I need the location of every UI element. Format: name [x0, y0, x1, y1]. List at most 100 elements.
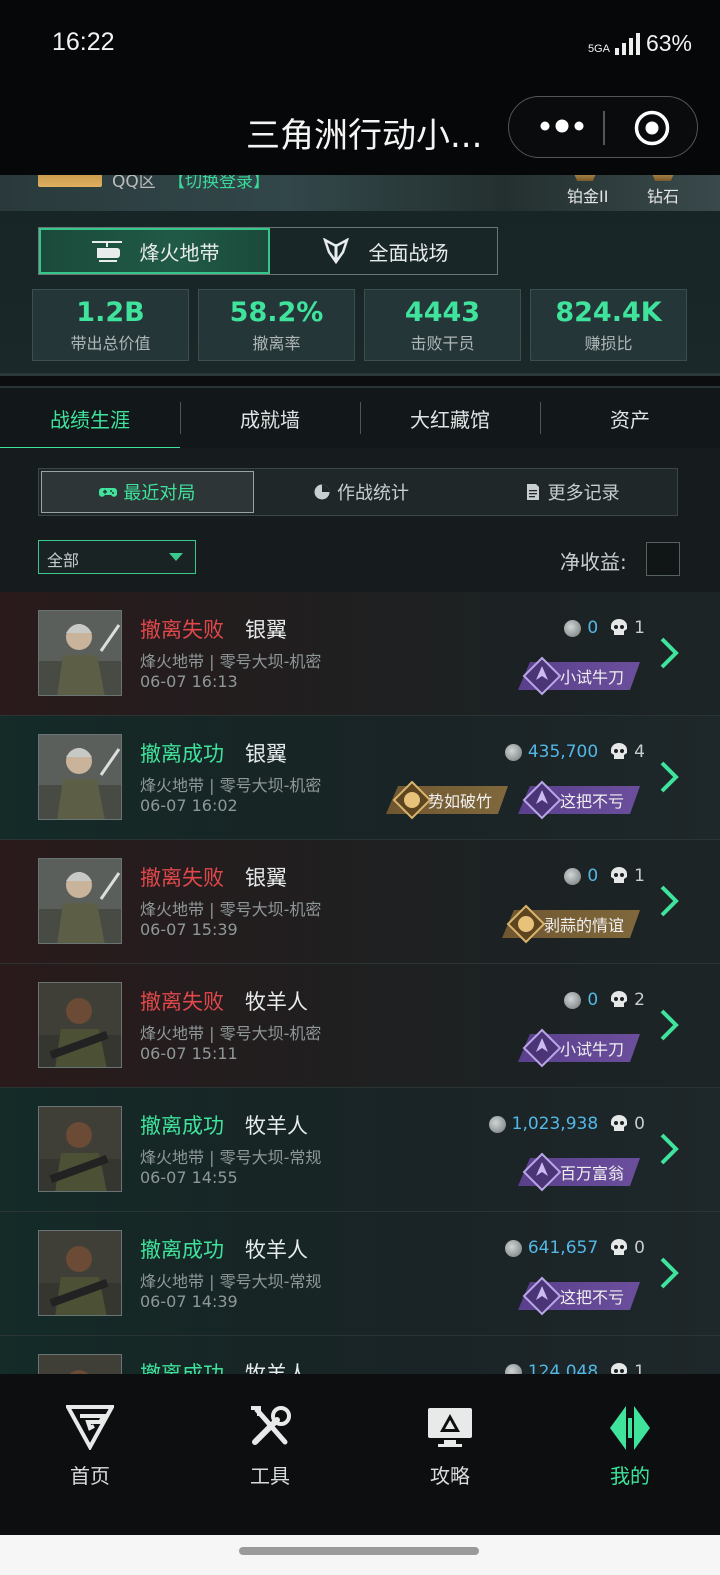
stats-panel: 烽火地带 全面战场 1.2B 带出总价值 58.2% 撤离率 4443 击败干员…	[0, 211, 720, 376]
match-row[interactable]: 撤离成功 牧羊人 烽火地带 | 零号大坝-常规 06-07 14:39 641,…	[0, 1212, 720, 1336]
match-time: 06-07 16:13	[140, 672, 238, 691]
capsule-divider	[603, 111, 605, 145]
match-values: 0 2	[564, 990, 645, 1010]
badge-label: 小试牛刀	[559, 668, 624, 687]
match-map: 烽火地带 | 零号大坝-机密	[140, 900, 322, 919]
chevron-right-icon[interactable]	[658, 760, 680, 794]
net-profit-label: 净收益:	[560, 550, 627, 574]
match-row[interactable]: 撤离失败 银翼 烽火地带 | 零号大坝-机密 06-07 15:39 0 1 剥…	[0, 840, 720, 964]
status-time: 16:22	[52, 28, 115, 56]
match-values: 0 1	[564, 866, 645, 886]
nav-tools[interactable]: 工具	[180, 1374, 360, 1535]
mode-label: 烽火地带	[139, 240, 220, 265]
skull-icon	[611, 1239, 628, 1255]
rank-diamond: 钻石	[647, 187, 680, 206]
rank-badge-icon	[650, 175, 676, 181]
operator-name: 牧羊人	[245, 1114, 308, 1138]
nav-label: 首页	[70, 1464, 110, 1488]
nav-home[interactable]: 首页	[0, 1374, 180, 1535]
chevron-right-icon[interactable]	[658, 636, 680, 670]
tab-achievements[interactable]: 成就墙	[180, 388, 360, 448]
match-time: 06-07 15:39	[140, 920, 238, 939]
match-row[interactable]: 撤离成功 银翼 烽火地带 | 零号大坝-机密 06-07 16:02 435,7…	[0, 716, 720, 840]
match-row[interactable]: 撤离成功 牧羊人 烽火地带 | 零号大坝-常规 06-07 14:55 1,02…	[0, 1088, 720, 1212]
match-result: 撤离成功	[140, 1114, 224, 1138]
operator-name: 牧羊人	[245, 1238, 308, 1262]
match-result: 撤离失败	[140, 866, 224, 890]
match-time: 06-07 16:02	[140, 796, 238, 815]
kill-count: 1	[634, 618, 645, 638]
badge-label: 百万富翁	[559, 1164, 624, 1183]
kill-count: 0	[634, 1238, 645, 1258]
chevron-right-icon[interactable]	[658, 1256, 680, 1290]
stat-label: 击败干员	[410, 334, 475, 353]
status-right: 5GA 63%	[588, 30, 692, 57]
net-profit-checkbox[interactable]	[646, 542, 680, 576]
purple-badge-icon	[522, 1028, 562, 1068]
operator-portrait	[38, 858, 122, 944]
close-miniprogram-icon[interactable]	[633, 109, 671, 147]
document-icon	[526, 484, 539, 500]
chevron-right-icon[interactable]	[658, 1132, 680, 1166]
profile-logo-icon	[610, 1406, 650, 1450]
rank-badge-icon	[572, 175, 598, 181]
kill-count: 4	[634, 742, 645, 762]
mini-program-titlebar: 三角洲行动小...	[0, 90, 720, 175]
match-map: 烽火地带 | 零号大坝-机密	[140, 1024, 322, 1043]
pie-chart-icon	[314, 484, 330, 500]
extracted-value: 0	[587, 866, 599, 886]
tab-collection[interactable]: 大红藏馆	[360, 388, 540, 448]
gold-badge-icon	[506, 904, 546, 944]
stat-value: 4443	[404, 297, 481, 328]
rank-platinum: 铂金II	[567, 187, 609, 206]
coin-icon	[564, 867, 582, 885]
subtab-combat-stats[interactable]: 作战统计	[256, 469, 467, 515]
switch-login-link[interactable]: 【切换登录】	[168, 175, 270, 192]
match-time: 06-07 14:39	[140, 1292, 238, 1311]
operator-name: 牧羊人	[245, 1362, 308, 1374]
operator-portrait	[38, 1106, 122, 1192]
subtab-recent-matches[interactable]: 最近对局	[41, 471, 254, 513]
match-result: 撤离失败	[140, 990, 224, 1014]
chevron-right-icon[interactable]	[658, 884, 680, 918]
mode-tab-warfare[interactable]: 全面战场	[270, 228, 497, 274]
match-row[interactable]: 撤离成功 牧羊人 124,048 1	[0, 1336, 720, 1374]
guide-icon	[428, 1408, 472, 1447]
chevron-down-icon	[169, 553, 183, 561]
match-result: 撤离成功	[140, 742, 224, 766]
chevron-right-icon[interactable]	[658, 1008, 680, 1042]
tab-career[interactable]: 战绩生涯	[0, 388, 180, 450]
stat-value: 58.2%	[229, 297, 324, 328]
more-icon[interactable]	[535, 111, 589, 141]
home-indicator[interactable]	[239, 1547, 479, 1555]
signal-bars-icon	[614, 32, 640, 55]
match-values: 641,657 0	[504, 1238, 645, 1258]
subtab-label: 更多记录	[547, 483, 620, 504]
stat-value: 824.4K	[555, 297, 662, 328]
purple-badge-icon	[522, 780, 562, 820]
coin-icon	[488, 1115, 506, 1133]
match-values: 435,700 4	[504, 742, 645, 762]
badge-label: 剥蒜的情谊	[543, 916, 624, 935]
subtab-more-records[interactable]: 更多记录	[466, 469, 677, 515]
tools-icon	[251, 1406, 291, 1445]
mode-switch: 烽火地带 全面战场	[38, 227, 498, 275]
match-map: 烽火地带 | 零号大坝-常规	[140, 1148, 322, 1167]
match-row[interactable]: 撤离失败 牧羊人 烽火地带 | 零号大坝-机密 06-07 15:11 0 2 …	[0, 964, 720, 1088]
nav-guide[interactable]: 攻略	[360, 1374, 540, 1535]
match-row[interactable]: 撤离失败 银翼 烽火地带 | 零号大坝-机密 06-07 16:13 0 1 小…	[0, 592, 720, 716]
mode-tab-operations[interactable]: 烽火地带	[39, 228, 270, 274]
purple-badge-icon	[522, 1276, 562, 1316]
avatar[interactable]	[38, 175, 102, 187]
operator-portrait	[38, 734, 122, 820]
match-result: 撤离失败	[140, 618, 224, 642]
filter-dropdown[interactable]: 全部	[38, 540, 196, 574]
badge-label: 小试牛刀	[559, 1040, 624, 1059]
operator-name: 银翼	[245, 618, 287, 642]
tab-assets[interactable]: 资产	[540, 388, 720, 448]
stat-card: 1.2B 带出总价值	[32, 289, 189, 361]
operator-portrait	[38, 982, 122, 1068]
nav-profile[interactable]: 我的	[540, 1374, 720, 1535]
match-map: 烽火地带 | 零号大坝-常规	[140, 1272, 322, 1291]
match-map: 烽火地带 | 零号大坝-机密	[140, 652, 322, 671]
